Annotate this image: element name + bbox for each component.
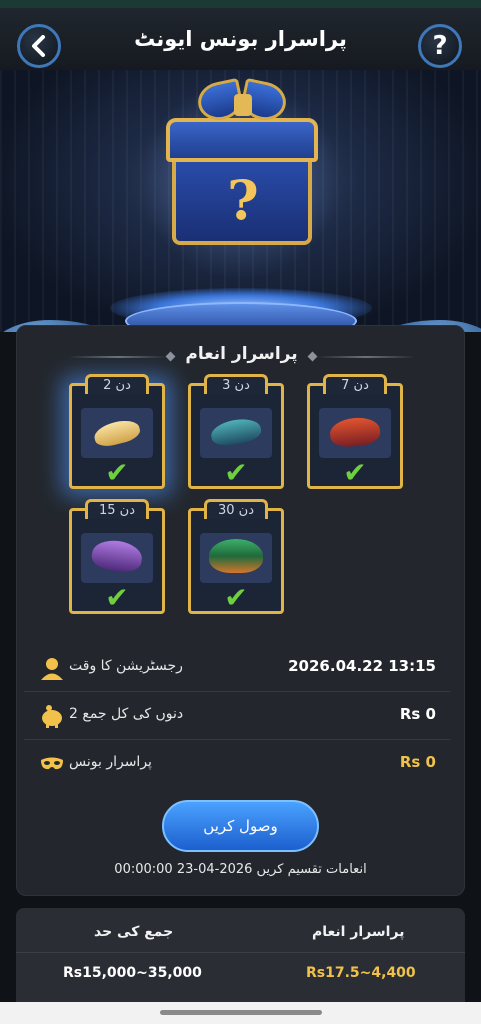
mystery-bonus-row: پراسرار بونس Rs 0 xyxy=(24,742,450,788)
registration-row: رجسٹریشن کا وقت 2026.04.22 13:15 xyxy=(24,646,450,692)
total-deposit-value: Rs 0 xyxy=(399,705,436,723)
column-header-mystery-reward: پراسرار انعام xyxy=(312,924,405,940)
chevron-left-icon xyxy=(32,35,45,57)
mystery-bonus-value: Rs 0 xyxy=(399,753,436,771)
check-icon: ✔ xyxy=(105,456,129,489)
day-label: دن 3 xyxy=(204,374,268,394)
check-icon: ✔ xyxy=(343,456,367,489)
check-icon: ✔ xyxy=(105,581,129,614)
total-deposit-row: دنوں کی کل جمع 2 Rs 0 xyxy=(24,694,450,740)
page-title: پراسرار بونس ایونٹ xyxy=(134,27,347,51)
header: پراسرار بونس ایونٹ ? xyxy=(0,8,481,70)
status-strip xyxy=(0,0,481,8)
section-title: پراسرار انعام xyxy=(185,344,298,364)
chest-question-mark: ? xyxy=(227,168,259,232)
table-cell-deposit-range: Rs15,000~35,000 xyxy=(63,965,202,981)
check-icon: ✔ xyxy=(224,581,248,614)
column-header-deposit-range: جمع کی حد xyxy=(94,924,174,940)
help-button[interactable]: ? xyxy=(418,24,462,68)
total-deposit-label: دنوں کی کل جمع 2 xyxy=(69,706,184,722)
reward-card-day-15[interactable]: دن 15 ✔ xyxy=(69,499,165,614)
mystery-bonus-label: پراسرار بونس xyxy=(69,754,152,770)
reward-card-day-30[interactable]: دن 30 ✔ xyxy=(188,499,284,614)
table-cell-mystery-reward: Rs17.5~4,400 xyxy=(306,965,416,981)
back-button[interactable] xyxy=(17,24,61,68)
reward-card-day-7[interactable]: دن 7 ✔ xyxy=(307,374,403,489)
mask-icon xyxy=(41,757,63,770)
day-label: دن 15 xyxy=(85,499,149,519)
day-label: دن 7 xyxy=(323,374,387,394)
day-label: دن 30 xyxy=(204,499,268,519)
reward-card-day-2[interactable]: دن 2 ✔ xyxy=(69,374,165,489)
home-indicator[interactable] xyxy=(160,1010,322,1015)
claim-button[interactable]: وصول کریں xyxy=(162,800,319,852)
chest-bow xyxy=(194,77,290,126)
check-icon: ✔ xyxy=(224,456,248,489)
registration-label: رجسٹریشن کا وقت xyxy=(69,658,183,674)
registration-value: 2026.04.22 13:15 xyxy=(288,657,436,675)
green-hat-mask-icon xyxy=(209,539,263,573)
piggy-bank-icon xyxy=(42,705,62,728)
day-label: دن 2 xyxy=(85,374,149,394)
reward-table: جمع کی حد پراسرار انعام Rs15,000~35,000 … xyxy=(16,908,465,1008)
reward-card-day-3[interactable]: دن 3 ✔ xyxy=(188,374,284,489)
user-icon xyxy=(41,658,63,680)
distribution-time: انعامات تقسیم کریں 2026-04-23 00:00:00 xyxy=(114,862,367,877)
help-icon: ? xyxy=(432,31,448,61)
